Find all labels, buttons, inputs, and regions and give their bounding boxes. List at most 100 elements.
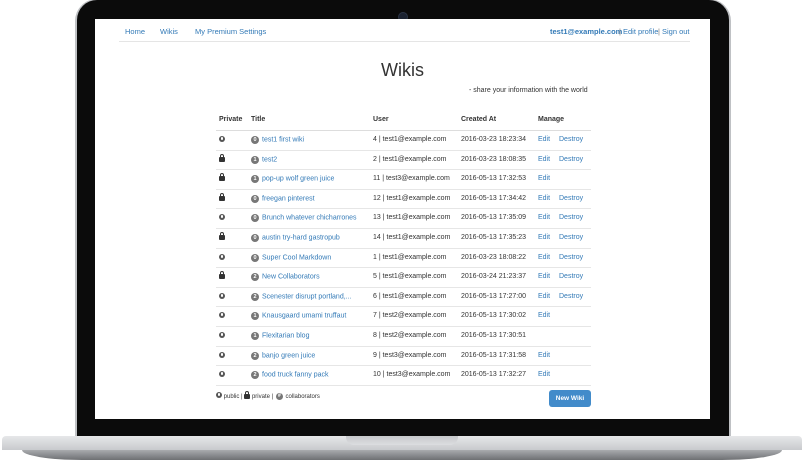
title-cell: 2 Scenester disrupt portland,... bbox=[251, 292, 352, 301]
privacy-cell bbox=[219, 173, 225, 182]
top-navbar: Home Wikis My Premium Settings test1@exa… bbox=[95, 19, 710, 42]
legend-private: private bbox=[251, 394, 270, 400]
wiki-title-link[interactable]: freegan pinterest bbox=[262, 195, 315, 202]
lock-icon bbox=[219, 231, 225, 240]
collaborator-count-badge: 1 bbox=[251, 331, 259, 340]
edit-link[interactable]: Edit bbox=[538, 175, 550, 182]
wiki-title-link[interactable]: Flexitarian blog bbox=[262, 332, 309, 339]
edit-link[interactable]: Edit bbox=[538, 234, 550, 241]
user-cell: 10 | test3@example.com bbox=[373, 371, 451, 379]
user-cell: 2 | test1@example.com bbox=[373, 155, 447, 163]
wiki-title-link[interactable]: austin try-hard gastropub bbox=[262, 234, 340, 241]
table-row: 1 test2 2 | test1@example.com 2016-03-23 18… bbox=[216, 151, 591, 171]
lock-icon bbox=[244, 391, 251, 399]
edit-link[interactable]: Edit bbox=[538, 273, 550, 280]
wiki-title-link[interactable]: Scenester disrupt portland,... bbox=[262, 293, 352, 300]
user-cell: 1 | test1@example.com bbox=[373, 253, 447, 261]
wiki-title-link[interactable]: test2 bbox=[262, 156, 277, 163]
title-cell: 1 Flexitarian blog bbox=[251, 331, 309, 340]
collaborator-count-badge: 2 bbox=[251, 371, 259, 380]
table-row: 0 test1 first wiki 4 | test1@example.com 20… bbox=[216, 131, 591, 151]
collaborator-count-badge: 0 bbox=[251, 214, 259, 223]
destroy-link[interactable]: Destroy bbox=[559, 136, 583, 143]
table-row: 0 Super Cool Markdown 1 | test1@example.co… bbox=[216, 249, 591, 269]
privacy-cell bbox=[219, 231, 225, 241]
nav-user-email[interactable]: test1@example.com bbox=[550, 27, 622, 36]
header-manage: Manage bbox=[538, 116, 565, 123]
wiki-title-link[interactable]: food truck fanny pack bbox=[262, 372, 329, 379]
nav-premium-settings-link[interactable]: My Premium Settings bbox=[195, 27, 266, 36]
globe-icon bbox=[219, 214, 225, 221]
destroy-link[interactable]: Destroy bbox=[559, 214, 583, 221]
lock-icon bbox=[219, 192, 225, 201]
wiki-title-link[interactable]: New Collaborators bbox=[262, 274, 320, 281]
browser-screen: Home Wikis My Premium Settings test1@exa… bbox=[95, 19, 710, 419]
table-row: 1 pop-up wolf green juice 11 | test3@examp… bbox=[216, 170, 591, 190]
edit-link[interactable]: Edit bbox=[538, 293, 550, 300]
new-wiki-button[interactable]: New Wiki bbox=[549, 390, 591, 407]
lock-icon bbox=[219, 153, 225, 162]
edit-link[interactable]: Edit bbox=[538, 195, 550, 202]
edit-link[interactable]: Edit bbox=[538, 254, 550, 261]
collaborator-count-badge: 1 bbox=[251, 312, 259, 321]
globe-icon bbox=[216, 392, 222, 398]
wiki-title-link[interactable]: Knausgaard umami truffaut bbox=[262, 313, 346, 320]
created-at-cell: 2016-05-13 17:32:53 bbox=[461, 175, 526, 183]
privacy-cell bbox=[219, 192, 225, 202]
edit-link[interactable]: Edit bbox=[538, 136, 550, 143]
edit-link[interactable]: Edit bbox=[538, 352, 550, 359]
edit-link[interactable]: Edit bbox=[538, 371, 550, 378]
destroy-link[interactable]: Destroy bbox=[559, 293, 583, 300]
collaborator-count-badge: 2 bbox=[251, 351, 259, 360]
privacy-cell bbox=[219, 312, 225, 320]
nav-edit-profile-link[interactable]: Edit profile bbox=[623, 27, 658, 36]
title-cell: 0 Brunch whatever chicharrones bbox=[251, 214, 357, 223]
collaborator-count-badge: # bbox=[275, 392, 283, 400]
created-at-cell: 2016-05-13 17:35:23 bbox=[461, 233, 526, 241]
destroy-link[interactable]: Destroy bbox=[559, 254, 583, 261]
nav-home-link[interactable]: Home bbox=[125, 27, 145, 36]
created-at-cell: 2016-03-23 18:08:35 bbox=[461, 155, 526, 163]
lock-icon bbox=[219, 271, 225, 280]
user-cell: 4 | test1@example.com bbox=[373, 136, 447, 143]
legend-collaborators: collaborators bbox=[285, 394, 320, 400]
wiki-title-link[interactable]: pop-up wolf green juice bbox=[262, 176, 334, 183]
wiki-title-link[interactable]: banjo green juice bbox=[262, 352, 315, 359]
nav-sign-out-link[interactable]: Sign out bbox=[662, 27, 690, 36]
edit-link[interactable]: Edit bbox=[538, 156, 550, 163]
wikis-table: Private Title User Created At Manage 0 te… bbox=[216, 111, 591, 386]
collaborator-count-badge: 0 bbox=[251, 194, 259, 203]
nav-wikis-link[interactable]: Wikis bbox=[160, 27, 178, 36]
collaborator-count-badge: 1 bbox=[251, 175, 259, 184]
created-at-cell: 2016-03-23 18:23:34 bbox=[461, 136, 526, 143]
wiki-title-link[interactable]: Brunch whatever chicharrones bbox=[262, 215, 357, 222]
wiki-title-link[interactable]: test1 first wiki bbox=[262, 137, 304, 144]
created-at-cell: 2016-03-24 21:23:37 bbox=[461, 273, 526, 281]
edit-link[interactable]: Edit bbox=[538, 312, 550, 319]
destroy-link[interactable]: Destroy bbox=[559, 156, 583, 163]
legend-public: public bbox=[223, 394, 240, 400]
table-row: 1 Knausgaard umami truffaut 7 | test2@exam… bbox=[216, 307, 591, 327]
edit-link[interactable]: Edit bbox=[538, 214, 550, 221]
user-cell: 13 | test1@example.com bbox=[373, 214, 451, 222]
collaborator-count-badge: 2 bbox=[251, 273, 259, 282]
table-row: 2 Scenester disrupt portland,... 6 | test1… bbox=[216, 288, 591, 308]
created-at-cell: 2016-05-13 17:35:09 bbox=[461, 214, 526, 222]
collaborator-count-badge: 1 bbox=[251, 155, 259, 164]
privacy-cell bbox=[219, 351, 225, 360]
created-at-cell: 2016-05-13 17:27:00 bbox=[461, 292, 526, 300]
created-at-cell: 2016-05-13 17:31:58 bbox=[461, 351, 526, 359]
title-cell: 1 Knausgaard umami truffaut bbox=[251, 312, 346, 321]
globe-icon bbox=[219, 312, 225, 319]
table-row: 0 austin try-hard gastropub 14 | test1@exa… bbox=[216, 229, 591, 249]
wiki-title-link[interactable]: Super Cool Markdown bbox=[262, 254, 331, 261]
created-at-cell: 2016-03-23 18:08:22 bbox=[461, 253, 526, 261]
destroy-link[interactable]: Destroy bbox=[559, 273, 583, 280]
header-title: Title bbox=[251, 116, 266, 123]
destroy-link[interactable]: Destroy bbox=[559, 195, 583, 202]
table-row: 0 freegan pinterest 12 | test1@example.com… bbox=[216, 190, 591, 210]
globe-icon bbox=[219, 292, 225, 299]
destroy-link[interactable]: Destroy bbox=[559, 234, 583, 241]
user-cell: 11 | test3@example.com bbox=[373, 175, 450, 183]
globe-icon bbox=[219, 331, 225, 338]
